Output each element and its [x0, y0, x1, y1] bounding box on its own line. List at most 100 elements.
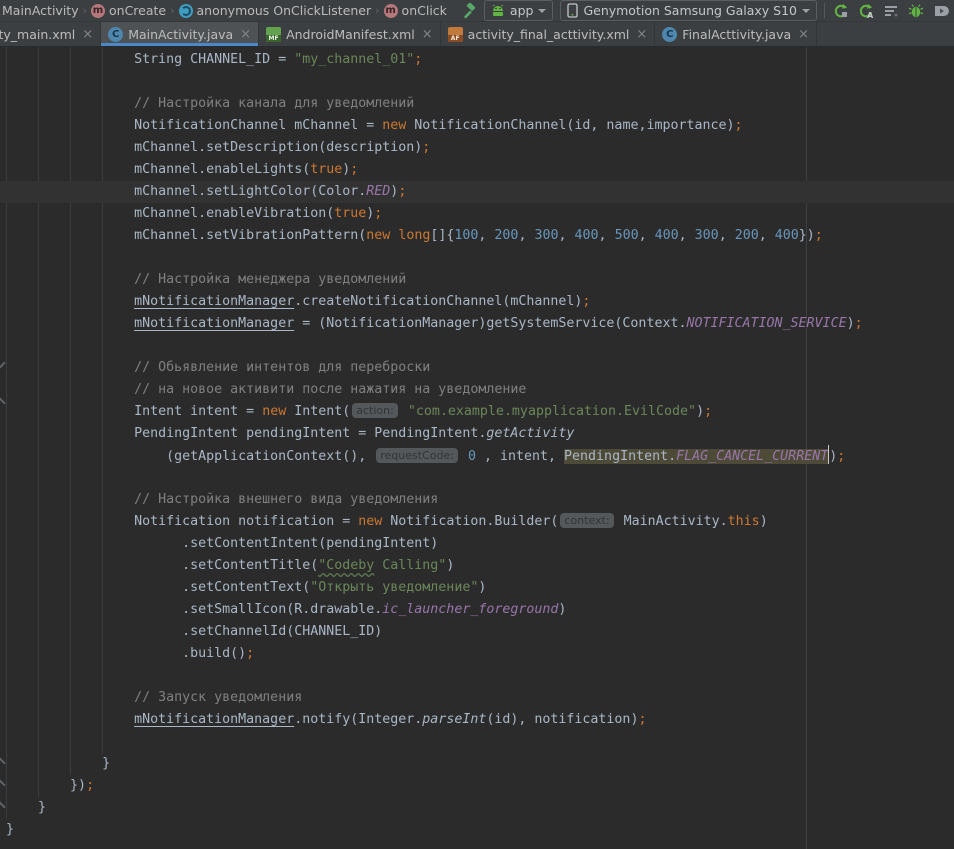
- breadcrumb-label: anonymous OnClickListener: [197, 3, 372, 18]
- code-line[interactable]: .setContentTitle("Codeby Calling"): [0, 555, 954, 577]
- code-line[interactable]: (getApplicationContext(), requestCode: 0…: [0, 445, 954, 467]
- code-token: true: [310, 162, 342, 177]
- editor-tab-bar: ity_main.xml×CMainActivity.java×MFAndroi…: [0, 22, 954, 47]
- close-icon[interactable]: ×: [82, 28, 93, 41]
- code-line[interactable]: NotificationChannel mChannel = new Notif…: [0, 115, 954, 137]
- code-token: ;: [414, 52, 422, 67]
- code-line[interactable]: mNotificationManager.notify(Integer.pars…: [0, 709, 954, 731]
- main-toolbar: MainActivity›monCreate›anonymous OnClick…: [0, 0, 954, 22]
- close-icon[interactable]: ×: [798, 28, 809, 41]
- code-editor[interactable]: String CHANNEL_ID = "my_channel_01"; // …: [0, 47, 954, 849]
- code-line[interactable]: .setContentIntent(pendingIntent): [0, 533, 954, 555]
- code-line[interactable]: mChannel.setVibrationPattern(new long[]{…: [0, 225, 954, 247]
- android-icon: [491, 4, 505, 17]
- code-line[interactable]: String CHANNEL_ID = "my_channel_01";: [0, 49, 954, 71]
- code-token: ): [760, 514, 768, 529]
- tab-androidmanifest-xml[interactable]: MFAndroidManifest.xml×: [259, 22, 441, 46]
- code-token: [400, 404, 408, 419]
- code-token: mChannel.setVibrationPattern(: [134, 228, 366, 243]
- code-line[interactable]: .setChannelId(CHANNEL_ID): [0, 621, 954, 643]
- breadcrumb-item-mainactivity[interactable]: MainActivity: [2, 3, 79, 18]
- code-line[interactable]: mNotificationManager.createNotificationC…: [0, 291, 954, 313]
- code-line[interactable]: }: [0, 797, 954, 819]
- code-token: new: [382, 118, 406, 133]
- code-line[interactable]: .setContentText("Открыть уведомление"): [0, 577, 954, 599]
- code-token: .notify(Integer.: [294, 712, 422, 727]
- breadcrumb-item-anonymous-onclicklistener[interactable]: anonymous OnClickListener: [179, 3, 372, 18]
- code-token: // на новое активити после нажатия на ув…: [134, 382, 526, 397]
- tab-activity-final-acttivity-xml[interactable]: AFactivity_final_acttivity.xml×: [441, 22, 656, 46]
- code-line[interactable]: .build();: [0, 643, 954, 665]
- code-line[interactable]: [0, 731, 954, 753]
- code-line[interactable]: [0, 665, 954, 687]
- code-line[interactable]: Intent intent = new Intent(action: "com.…: [0, 401, 954, 423]
- toolbar-actions: app Genymotion Samsung Galaxy S10 A: [459, 0, 950, 21]
- device-select[interactable]: Genymotion Samsung Galaxy S10: [560, 0, 817, 21]
- apply-changes-icon: [833, 3, 849, 19]
- code-line[interactable]: [0, 335, 954, 357]
- code-token: "Codeby: [318, 558, 374, 573]
- close-icon[interactable]: ×: [422, 28, 433, 41]
- code-line[interactable]: .setSmallIcon(R.drawable.ic_launcher_for…: [0, 599, 954, 621]
- tab-activity-main-xml[interactable]: ity_main.xml ×: [0, 22, 101, 46]
- code-token: ): [478, 580, 486, 595]
- tab-finalacttivity-java[interactable]: CFinalActtivity.java×: [655, 22, 817, 46]
- code-line[interactable]: [0, 71, 954, 93]
- apply-changes-restart-button[interactable]: [832, 2, 850, 20]
- code-line[interactable]: mChannel.setLightColor(Color.RED);: [0, 181, 954, 203]
- code-token: ): [558, 602, 566, 617]
- code-line[interactable]: });: [0, 775, 954, 797]
- code-token: ): [847, 316, 855, 331]
- breadcrumb-item-onclick[interactable]: monClick: [384, 3, 447, 18]
- code-token: PendingIntent.: [564, 449, 676, 464]
- code-token: ;: [638, 712, 646, 727]
- code-token: ,: [719, 228, 735, 243]
- code-token: ;: [735, 118, 743, 133]
- code-token: 0: [468, 449, 476, 464]
- debug-button[interactable]: [907, 2, 925, 20]
- device-label: Genymotion Samsung Galaxy S10: [583, 3, 797, 18]
- code-token: MainActivity.: [616, 514, 728, 529]
- code-line[interactable]: Notification notification = new Notifica…: [0, 511, 954, 533]
- code-line[interactable]: }: [0, 819, 954, 841]
- code-line[interactable]: mChannel.enableLights(true);: [0, 159, 954, 181]
- code-token: 400: [575, 228, 599, 243]
- code-line[interactable]: // Настройка менеджера уведомлений: [0, 269, 954, 291]
- hammer-icon: [460, 3, 476, 19]
- code-token: ,: [559, 228, 575, 243]
- run-tasks-list-button[interactable]: [882, 2, 900, 20]
- tab-mainactivity-java[interactable]: CMainActivity.java×: [101, 22, 259, 46]
- parameter-hint: requestCode:: [376, 448, 458, 463]
- breadcrumb-label: onClick: [402, 3, 447, 18]
- code-line[interactable]: // Обьявление интентов для переброски: [0, 357, 954, 379]
- code-token: = (NotificationManager)getSystemService(…: [294, 316, 686, 331]
- code-line[interactable]: }: [0, 753, 954, 775]
- code-line[interactable]: // Настройка внешнего вида уведомления: [0, 489, 954, 511]
- apply-code-changes-button[interactable]: A: [857, 2, 875, 20]
- run-configuration-select[interactable]: app: [484, 0, 554, 21]
- code-line[interactable]: PendingIntent pendingIntent = PendingInt…: [0, 423, 954, 445]
- code-token: PendingIntent pendingIntent = PendingInt…: [134, 426, 486, 441]
- close-icon[interactable]: ×: [240, 28, 251, 41]
- tab-label: ity_main.xml: [0, 27, 75, 42]
- code-line[interactable]: mChannel.enableVibration(true);: [0, 203, 954, 225]
- code-line[interactable]: // на новое активити после нажатия на ув…: [0, 379, 954, 401]
- breadcrumb-item-oncreate[interactable]: monCreate: [91, 3, 166, 18]
- code-line[interactable]: [0, 467, 954, 489]
- code-line[interactable]: // Запуск уведомления: [0, 687, 954, 709]
- list-icon: [883, 3, 899, 19]
- code-token: mChannel.enableVibration(: [134, 206, 334, 221]
- parameter-hint: context:: [560, 513, 613, 528]
- code-line[interactable]: [0, 247, 954, 269]
- build-project-button[interactable]: [459, 2, 477, 20]
- breadcrumb-label: onCreate: [109, 3, 166, 18]
- code-line[interactable]: // Настройка канала для уведомлений: [0, 93, 954, 115]
- code-token: }): [799, 228, 815, 243]
- code-token: ;: [350, 162, 358, 177]
- close-icon[interactable]: ×: [636, 28, 647, 41]
- code-line[interactable]: mChannel.setDescription(description);: [0, 137, 954, 159]
- code-token: // Настройка менеджера уведомлений: [134, 272, 406, 287]
- code-line[interactable]: mNotificationManager = (NotificationMana…: [0, 313, 954, 335]
- breadcrumb-separator: ›: [375, 4, 379, 17]
- profile-app-button[interactable]: [932, 2, 950, 20]
